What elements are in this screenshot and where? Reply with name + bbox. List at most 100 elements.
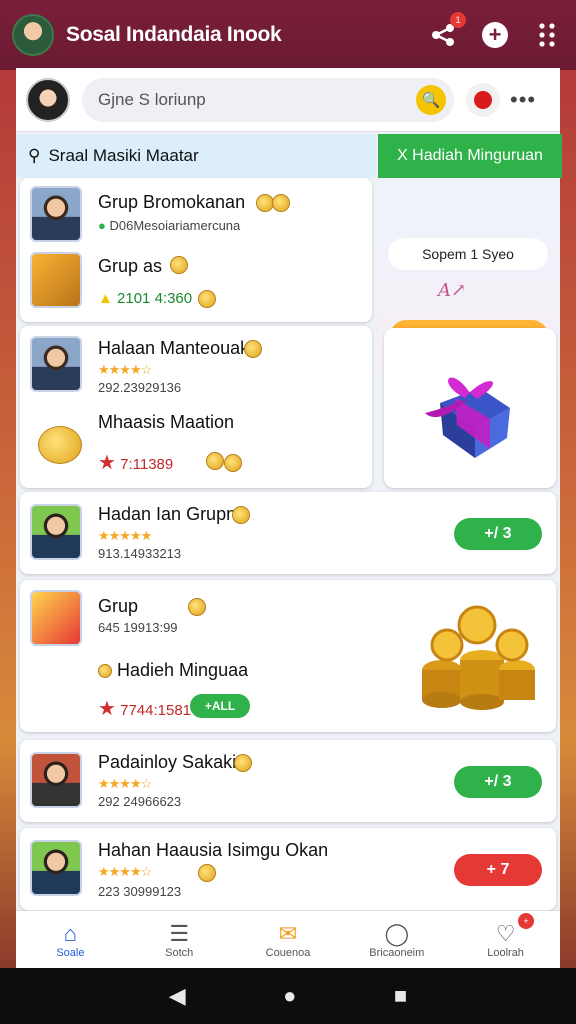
points-value-text: 7744:1581 [120, 702, 192, 719]
group-title: Padainloy Sakaki [98, 752, 237, 772]
home-button-icon[interactable]: ● [283, 983, 296, 1009]
record-button[interactable] [466, 82, 500, 117]
group-stats: 645 19913:99 [98, 620, 178, 635]
group-title: Hahan Haausia Isimgu Okan [98, 840, 329, 860]
dots-glyph [539, 23, 555, 47]
notification-badge: 1 [450, 12, 466, 28]
nav-heart[interactable]: ♡ + Loolrah [451, 911, 560, 968]
ticket-icon: ✉ [278, 920, 298, 946]
coin-icon [244, 340, 262, 358]
nav-home-label: Soale [56, 946, 85, 959]
search-placeholder: Gjne S loriunp [98, 89, 206, 109]
coin-icon [198, 864, 216, 882]
home-icon: ⌂ [63, 920, 78, 946]
group-stats: 913.14933213 [98, 546, 182, 561]
rating-stars: ★★★★☆ [98, 776, 152, 791]
join-button[interactable]: + 7 [454, 854, 542, 886]
member-avatar [30, 504, 82, 560]
group-card-3[interactable]: Hadan Ian Grupn ★★★★★ 913.14933213 +/ 3 [20, 492, 556, 574]
share-icon[interactable]: 1 [426, 12, 466, 52]
coin-icon [206, 452, 224, 470]
plus-icon: + [482, 22, 508, 48]
green-tag: +ALL [190, 694, 250, 718]
group-stats: 292.23929136 [98, 380, 182, 395]
recents-icon[interactable]: ■ [394, 983, 407, 1009]
group-card-5[interactable]: Padainloy Sakaki ★★★★☆ 292 24966623 +/ 3 [20, 740, 556, 822]
points-value: ★ 7:11389 [98, 450, 173, 475]
coin-icon [232, 506, 250, 524]
coin-value: ▲ 2101 4:360 [98, 290, 192, 307]
coin-icon [188, 598, 206, 616]
gift-box-icon [425, 377, 510, 458]
gold-coin-icon [38, 426, 82, 464]
globe-icon: ◯ [384, 920, 410, 946]
grid-menu-icon[interactable] [530, 18, 564, 52]
profile-avatar[interactable] [12, 14, 54, 56]
system-nav-bar: ◀ ● ■ [0, 968, 576, 1024]
group-stats: 292 24966623 [98, 794, 182, 809]
group-subtitle-text: D06Mesoiariamercuna [109, 218, 241, 233]
heart-icon: ♡ [495, 920, 516, 946]
content-panel: Gjne S loriunp 🔍 ••• ⚲ Sraal Masiki Maat… [16, 68, 562, 968]
rating-stars: ★★★★★ [98, 528, 152, 543]
promo-script: A↗ [438, 280, 467, 301]
group-card-1[interactable]: Grup Bromokanan ● D06Mesoiariamercuna Gr… [20, 178, 372, 322]
coin-icon [198, 290, 216, 308]
member-avatar [30, 752, 82, 808]
back-icon[interactable]: ◀ [169, 983, 186, 1009]
rating-stars: ★★★★☆ [98, 864, 152, 879]
group-title: Grup Bromokanan [98, 192, 246, 212]
coin-icon [234, 754, 252, 772]
tab-row: ⚲ Sraal Masiki Maatar X Hadiah Minguruan [16, 134, 562, 178]
nav-badge: + [517, 913, 534, 929]
stack-icon: ☰ [169, 920, 190, 946]
join-button[interactable]: +/ 3 [454, 518, 542, 550]
coin-icon [224, 454, 242, 472]
group-card-6[interactable]: Hahan Haausia Isimgu Okan ★★★★☆ 223 3099… [20, 828, 556, 910]
nav-globe[interactable]: ◯ Bricaoneim [342, 911, 451, 968]
group-title: Halaan Manteouak [98, 338, 250, 358]
coin-icon [272, 194, 290, 212]
nav-stack[interactable]: ☰ Sotch [125, 911, 234, 968]
coin-icon [170, 256, 188, 274]
nav-ticket-label: Couenoa [265, 946, 311, 959]
search-input[interactable]: Gjne S loriunp 🔍 [82, 77, 454, 122]
member-avatar [30, 840, 82, 896]
group-title: Grup as [98, 256, 163, 276]
search-icon[interactable]: 🔍 [416, 84, 446, 115]
nav-stack-label: Sotch [165, 946, 194, 959]
group-stats: 223 30999123 [98, 884, 182, 899]
gold-icon: ▲ [98, 290, 113, 307]
gift-thumb [30, 590, 82, 646]
online-dot-icon: ● [98, 218, 106, 233]
add-button[interactable]: + [478, 18, 512, 52]
app-bar: Sosal Indandaia Inook 1 + [0, 0, 576, 70]
coin-icon [98, 664, 112, 679]
star-icon: ★ [98, 698, 116, 720]
reward-title-text: Hadieh Minguaa [117, 660, 249, 680]
group-card-4[interactable]: Grup 645 19913:99 Hadieh Minguaa ★ 7744:… [20, 580, 556, 732]
gift-card[interactable] [384, 328, 556, 488]
app-title: Sosal Indandaia Inook [66, 23, 282, 46]
points-value-text: 7:11389 [120, 456, 174, 473]
bottom-nav: ⌂ Soale ☰ Sotch ✉ Couenoa ◯ Bricaoneim ♡… [16, 910, 560, 968]
group-title: Grup [98, 596, 139, 616]
group-avatar [30, 186, 82, 242]
coin-value-text: 2101 4:360 [117, 290, 193, 307]
nav-home[interactable]: ⌂ Soale [16, 911, 125, 968]
user-avatar[interactable] [26, 77, 70, 122]
group-card-2[interactable]: Halaan Manteouak ★★★★☆ 292.23929136 Mhaa… [20, 326, 372, 488]
member-avatar [30, 336, 82, 392]
tab-social[interactable]: ⚲ Sraal Masiki Maatar [16, 134, 376, 178]
record-icon [474, 90, 492, 109]
group-title: Mhaasis Maation [98, 412, 235, 432]
more-options-icon[interactable]: ••• [510, 87, 536, 113]
nav-ticket[interactable]: ✉ Couenoa [234, 911, 343, 968]
join-button[interactable]: +/ 3 [454, 766, 542, 798]
search-row: Gjne S loriunp 🔍 ••• [16, 68, 560, 132]
tab-weekly-gift[interactable]: X Hadiah Minguruan [378, 134, 562, 178]
rating-stars: ★★★★☆ [98, 362, 152, 377]
nav-globe-label: Bricaoneim [369, 946, 425, 959]
group-title: Hadan Ian Grupn [98, 504, 237, 524]
tab-social-label: Sraal Masiki Maatar [48, 146, 199, 165]
